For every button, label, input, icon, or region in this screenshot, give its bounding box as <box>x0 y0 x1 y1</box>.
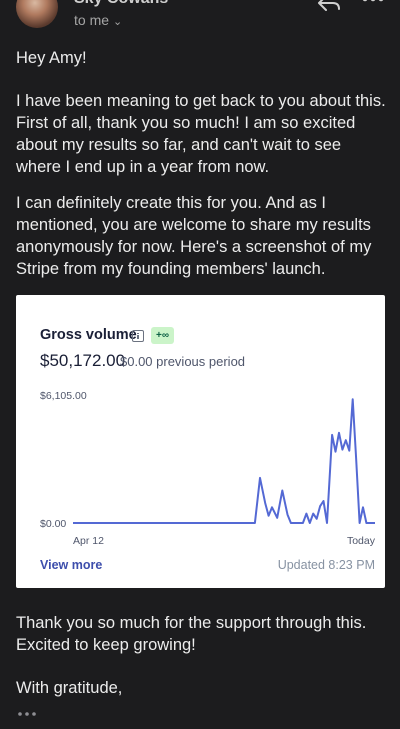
updated-timestamp: Updated 8:23 PM <box>277 558 375 572</box>
stripe-screenshot[interactable]: Gross volume +∞ $50,172.00 $0.00 previou… <box>16 295 385 588</box>
series-line <box>73 398 375 524</box>
ellipsis-icon[interactable] <box>16 707 38 721</box>
recipient-toggle[interactable]: to me ⌄ <box>74 12 122 28</box>
email-header: Sky Cowans to me⌄ <box>0 0 400 40</box>
gross-volume-amount: $50,172.00 <box>40 351 126 370</box>
more-horizontal-icon[interactable] <box>358 0 388 14</box>
reply-icon[interactable] <box>313 0 343 14</box>
view-more-link[interactable]: View more <box>40 558 102 572</box>
gross-volume-chart: $6,105.00 $0.00 Apr 12 Today <box>40 390 376 547</box>
chevron-down-icon: ⌄ <box>113 16 123 28</box>
change-badge: +∞ <box>151 327 174 344</box>
gross-volume-title: Gross volume <box>40 327 137 343</box>
x-tick-label: Today <box>347 535 376 547</box>
email-paragraph: I can definitely create this for you. An… <box>16 194 372 278</box>
email-closing: With gratitude, <box>16 679 123 697</box>
sender-name[interactable]: Sky Cowans <box>74 0 168 8</box>
previous-period: $0.00 previous period <box>120 354 246 369</box>
y-tick-label: $6,105.00 <box>40 390 87 402</box>
email-paragraph: I have been meaning to get back to you a… <box>16 92 386 176</box>
info-icon <box>132 330 144 342</box>
email-greeting: Hey Amy! <box>16 49 87 67</box>
recipient-label: to me <box>74 12 110 28</box>
y-tick-label: $0.00 <box>40 518 66 530</box>
email-paragraph: Thank you so much for the support throug… <box>16 614 367 654</box>
sender-avatar[interactable] <box>16 0 58 28</box>
x-tick-label: Apr 12 <box>73 535 104 547</box>
